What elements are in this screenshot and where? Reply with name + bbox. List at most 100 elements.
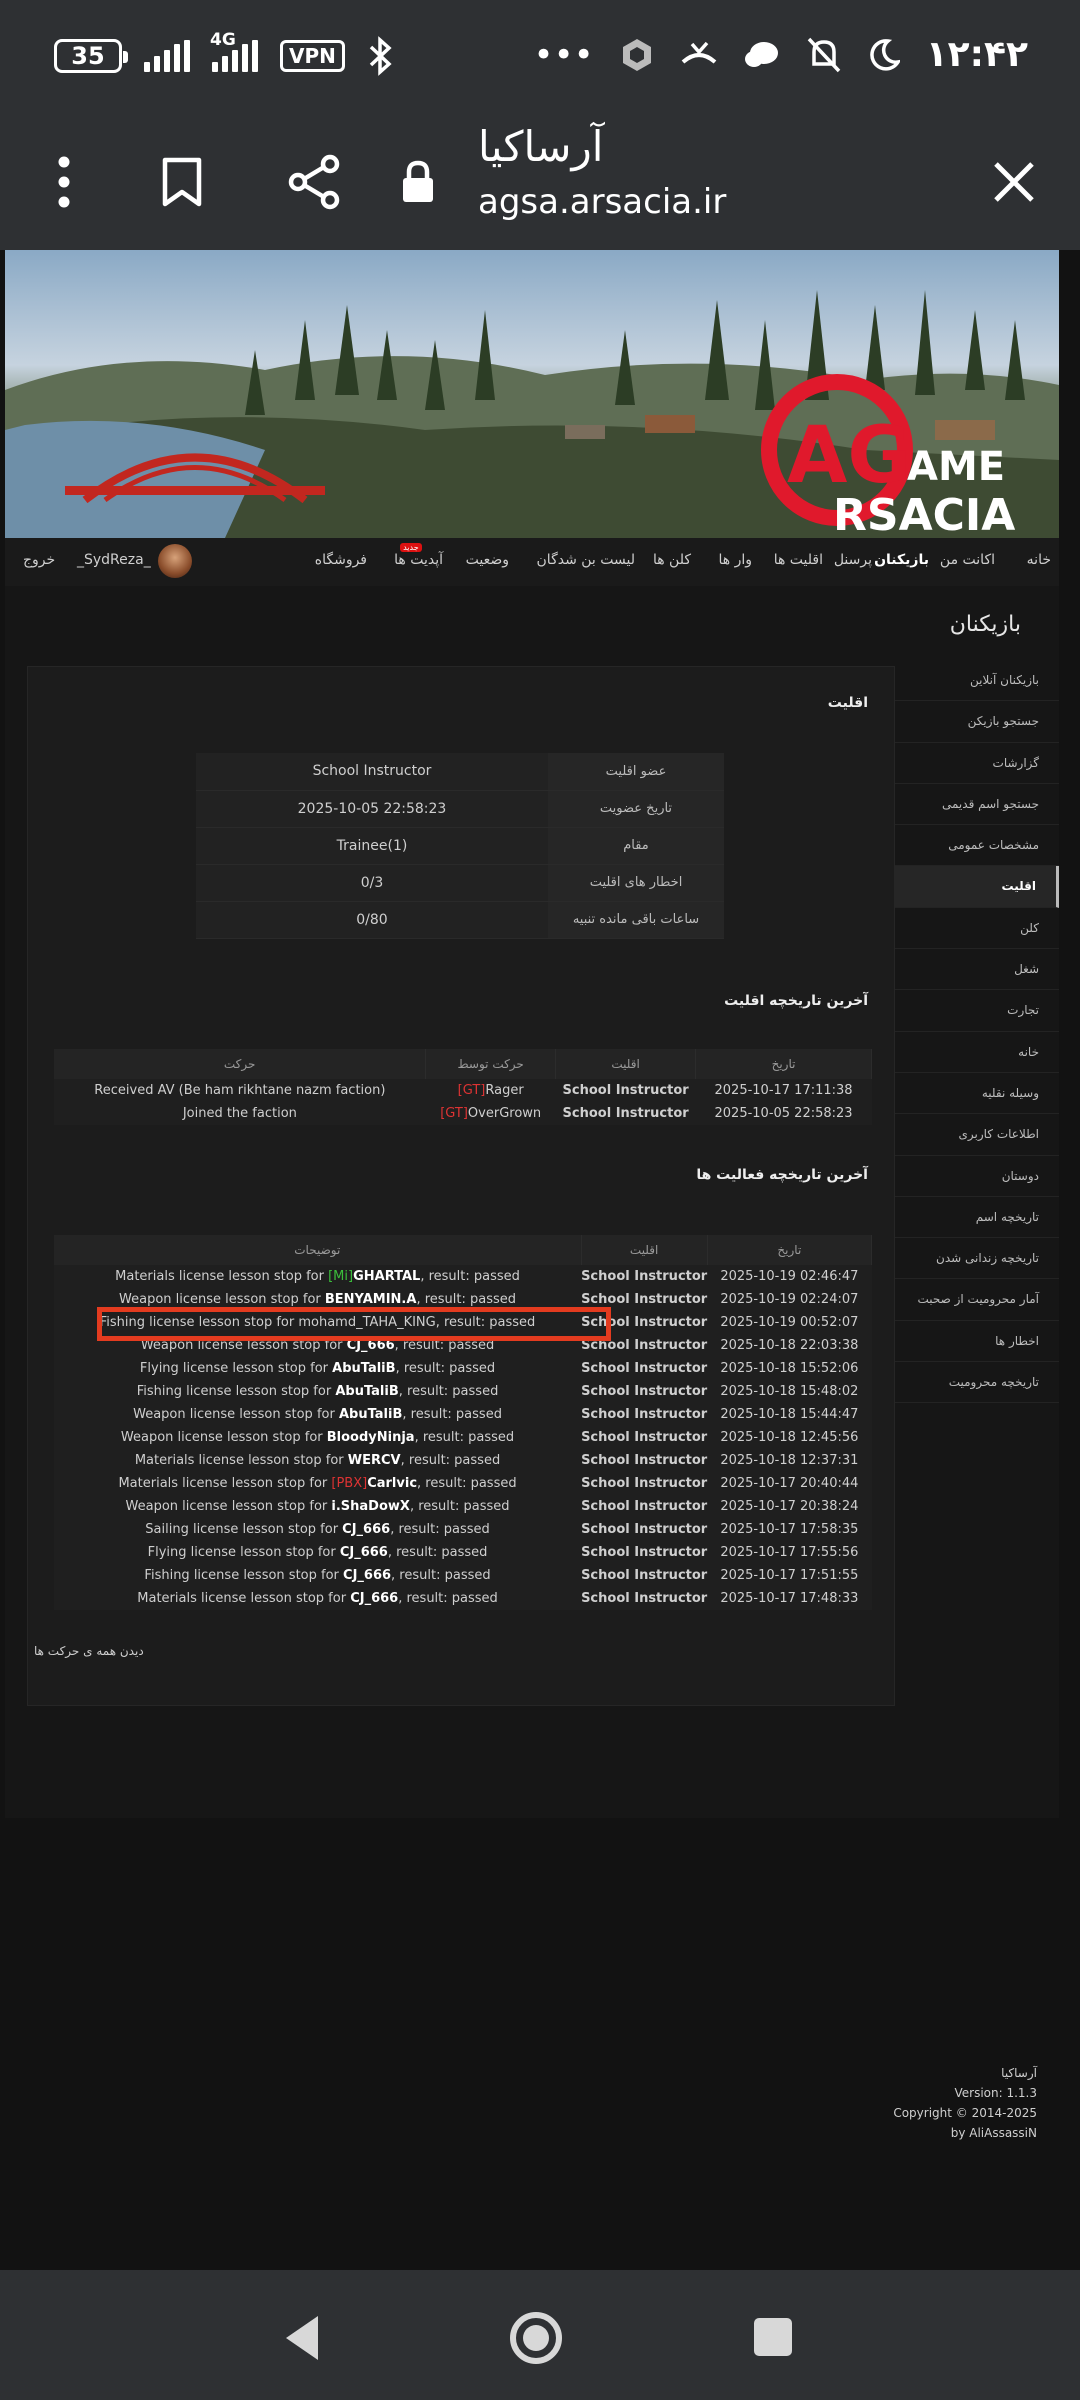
activity-history-table: توضیحات اقلیت تاریخ Materials license le… — [54, 1235, 873, 1610]
player-name[interactable]: AbuTaliB — [332, 1361, 395, 1376]
faction-cell[interactable]: School Instructor — [581, 1426, 707, 1449]
result-text: , result: passed — [398, 1384, 499, 1399]
sidebar-item-mute-stats[interactable]: آمار محرومیت از صحبت — [895, 1279, 1059, 1321]
player-name[interactable]: BloodyNinja — [327, 1430, 415, 1445]
sidebar-item-faction[interactable]: اقلیت — [895, 866, 1059, 908]
faction-cell[interactable]: School Instructor — [581, 1380, 707, 1403]
sidebar-item-jail-history[interactable]: تاریخچه زندانی شدن — [895, 1238, 1059, 1280]
hexagon-app-icon — [622, 38, 651, 71]
description-cell: Flying license lesson stop for CJ_666, r… — [54, 1541, 581, 1564]
back-icon[interactable] — [282, 2314, 322, 2362]
nav-wars[interactable]: وار ها — [718, 552, 752, 568]
player-name[interactable]: WERCV — [348, 1453, 401, 1468]
sidebar-item-name-history[interactable]: تاریخچه اسم — [895, 1197, 1059, 1239]
table-row: 0/80 ساعات باقی مانده تنبیه — [196, 901, 724, 939]
sidebar-item-reports[interactable]: گزارشات — [895, 743, 1059, 784]
sidebar-item-warnings[interactable]: اخطار ها — [895, 1321, 1059, 1363]
faction-cell[interactable]: School Instructor — [581, 1518, 707, 1541]
date-cell: 2025-10-19 02:46:47 — [720, 1269, 859, 1284]
faction-cell[interactable]: School Instructor — [581, 1587, 707, 1610]
user-avatar[interactable] — [158, 544, 192, 578]
description-cell: Weapon license lesson stop for BloodyNin… — [54, 1426, 581, 1449]
see-all-activities-link[interactable]: دیدن همه ی حرکت ها — [34, 1644, 144, 1658]
sidebar-item-old-name-search[interactable]: جستجو اسم قدیمی — [895, 784, 1059, 826]
player-name[interactable]: CJ_666 — [340, 1545, 388, 1560]
faction-panel: اقلیت School Instructor عضو اقلیت 2025-10… — [27, 666, 895, 1706]
close-icon[interactable] — [982, 150, 1046, 214]
bookmark-icon[interactable] — [150, 150, 214, 214]
home-icon[interactable] — [508, 2310, 564, 2366]
player-name[interactable]: BENYAMIN.A — [325, 1292, 417, 1307]
faction-cell[interactable]: School Instructor — [581, 1265, 707, 1288]
nav-home[interactable]: خانه — [1027, 552, 1051, 568]
description-cell: Materials license lesson stop for [PBX]C… — [54, 1472, 581, 1495]
faction-member-key: عضو اقلیت — [548, 753, 724, 791]
nav-updates[interactable]: آپدیت ها جدید — [394, 543, 443, 568]
faction-history-title: آخرین تاریخچه اقلیت — [724, 993, 868, 1009]
banner-scene-image: AG AME RSACIA — [5, 290, 1059, 538]
faction-cell[interactable]: School Instructor — [581, 1472, 707, 1495]
faction-cell[interactable]: School Instructor — [581, 1495, 707, 1518]
nav-players[interactable]: بازیکنان — [874, 552, 929, 568]
more-vert-icon[interactable] — [32, 150, 96, 214]
sidebar-item-friends[interactable]: دوستان — [895, 1156, 1059, 1197]
nav-staff[interactable]: پرسنل — [834, 552, 872, 568]
col-action: حرکت — [54, 1049, 427, 1079]
faction-cell[interactable]: School Instructor — [556, 1102, 696, 1125]
player-name[interactable]: i.ShaDowX — [331, 1499, 410, 1514]
sidebar-item-trade[interactable]: تجارت — [895, 990, 1059, 1032]
player-name[interactable]: CJ_666 — [350, 1591, 398, 1606]
url-text[interactable]: agsa.arsacia.ir — [478, 182, 726, 222]
description-prefix: Weapon license lesson stop for — [125, 1499, 332, 1514]
sidebar-item-clan[interactable]: کلن — [895, 908, 1059, 950]
share-icon[interactable] — [282, 150, 346, 214]
faction-cell[interactable]: School Instructor — [581, 1357, 707, 1380]
faction-cell[interactable]: School Instructor — [581, 1403, 707, 1426]
table-row: Materials license lesson stop for [PBX]C… — [54, 1472, 872, 1495]
player-name[interactable]: Carlvic — [367, 1476, 417, 1491]
result-text: , result: passed — [387, 1545, 488, 1560]
sidebar-item-house[interactable]: خانه — [895, 1032, 1059, 1073]
description-prefix: Weapon license lesson stop for — [120, 1430, 327, 1445]
player-name[interactable]: CJ_666 — [343, 1568, 391, 1583]
by-name[interactable]: OverGrown — [468, 1106, 541, 1121]
username[interactable]: _SydReza_ — [77, 552, 151, 568]
by-tag: [GT] — [457, 1083, 486, 1098]
missed-call-icon — [681, 41, 717, 64]
nav-factions[interactable]: اقلیت ها — [774, 552, 823, 568]
result-text: , result: passed — [414, 1430, 515, 1445]
nav-shop[interactable]: فروشگاه — [315, 552, 367, 568]
sidebar-item-job[interactable]: شغل — [895, 949, 1059, 991]
lock-icon[interactable] — [386, 150, 450, 214]
sidebar-item-general-info[interactable]: مشخصات عمومی — [895, 825, 1059, 867]
sidebar-item-user-info[interactable]: اطلاعات کاربری — [895, 1114, 1059, 1156]
by-name[interactable]: Rager — [485, 1083, 523, 1098]
sidebar-item-online-players[interactable]: بازیکنان آنلاین — [895, 660, 1059, 702]
date-cell: 2025-10-17 17:58:35 — [720, 1522, 859, 1537]
faction-cell[interactable]: School Instructor — [581, 1449, 707, 1472]
action-cell: Joined the faction — [182, 1106, 297, 1121]
nav-clans[interactable]: کلن ها — [653, 552, 691, 568]
table-row: Flying license lesson stop for CJ_666, r… — [54, 1541, 872, 1564]
player-name[interactable]: AbuTaliB — [339, 1407, 402, 1422]
description-prefix: Sailing license lesson stop for — [145, 1522, 343, 1537]
description-cell: Fishing license lesson stop for AbuTaliB… — [54, 1380, 581, 1403]
player-name[interactable]: CJ_666 — [342, 1522, 390, 1537]
sidebar-item-search-player[interactable]: جستجو بازیکن — [895, 701, 1059, 743]
faction-cell[interactable]: School Instructor — [581, 1541, 707, 1564]
logout-link[interactable]: خروج — [23, 552, 55, 568]
recents-icon[interactable] — [752, 2316, 794, 2358]
sidebar-item-vehicle[interactable]: وسیله نقلیه — [895, 1073, 1059, 1115]
nav-status[interactable]: وضعیت — [466, 552, 509, 568]
player-name[interactable]: AbuTaliB — [335, 1384, 398, 1399]
new-badge: جدید — [400, 543, 422, 552]
nav-ban-list[interactable]: لیست بن شدگان — [537, 552, 635, 568]
sidebar-item-ban-history[interactable]: تاریخچه محرومیت — [895, 1362, 1059, 1404]
mobile-data-icon: 4G — [210, 30, 258, 72]
col-faction: اقلیت — [555, 1049, 697, 1079]
player-name[interactable]: GHARTAL — [353, 1269, 420, 1284]
faction-cell[interactable]: School Instructor — [581, 1564, 707, 1587]
nav-my-account[interactable]: اکانت من — [940, 552, 995, 568]
faction-cell[interactable]: School Instructor — [556, 1079, 696, 1102]
col-by: حرکت توسط — [425, 1049, 557, 1079]
